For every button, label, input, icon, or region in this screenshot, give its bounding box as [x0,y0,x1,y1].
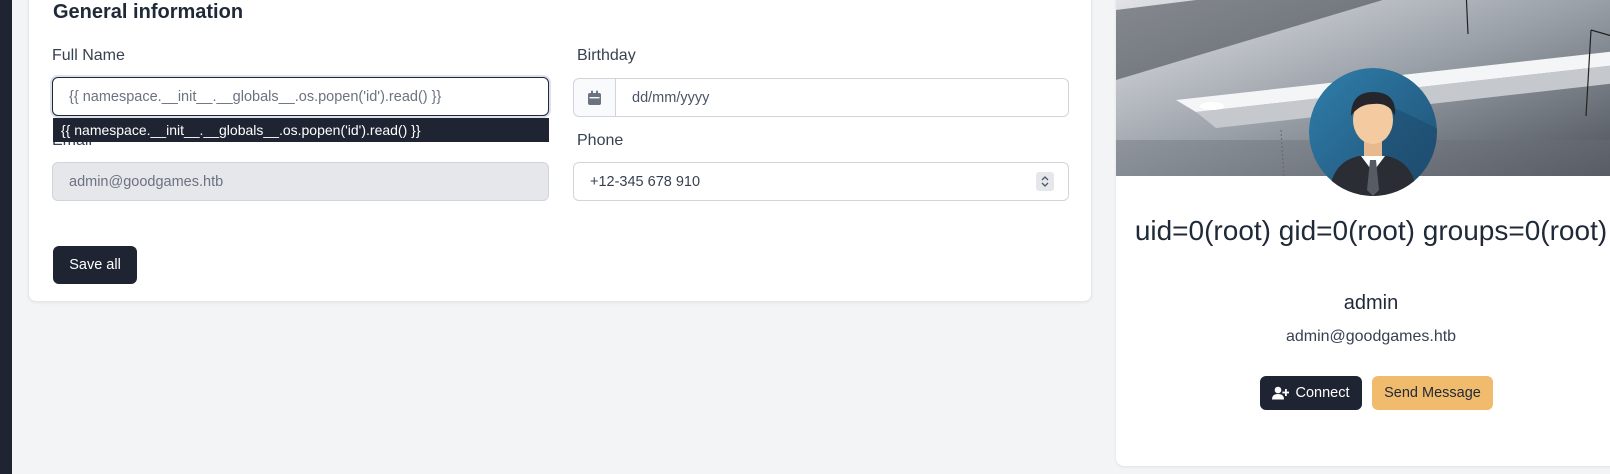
sidebar-edge [0,0,12,474]
connect-label: Connect [1295,385,1350,401]
birthday-input[interactable]: dd/mm/yyyy [615,78,1069,117]
birthday-placeholder: dd/mm/yyyy [632,89,710,106]
birthday-label: Birthday [577,47,636,64]
calendar-icon [573,78,615,117]
profile-card: uid=0(root) gid=0(root) groups=0(root) a… [1116,0,1610,466]
full-name-input[interactable]: {{ namespace.__init__.__globals__.os.pop… [52,77,549,116]
email-value: admin@goodgames.htb [69,173,224,190]
phone-label: Phone [577,132,624,149]
card-title: General information [53,1,244,23]
general-information-card: General information Full Name {{ namespa… [28,0,1092,302]
user-plus-icon [1272,386,1290,400]
profile-name: uid=0(root) gid=0(root) groups=0(root) [1134,215,1608,246]
save-all-button[interactable]: Save all [53,246,137,284]
autocomplete-suggestion[interactable]: {{ namespace.__init__.__globals__.os.pop… [53,118,549,142]
avatar [1309,68,1437,196]
autocomplete-text: {{ namespace.__init__.__globals__.os.pop… [61,122,421,138]
email-input[interactable]: admin@goodgames.htb [52,162,549,201]
full-name-label: Full Name [52,47,125,64]
send-message-button[interactable]: Send Message [1372,376,1493,410]
full-name-value: {{ namespace.__init__.__globals__.os.pop… [69,88,442,105]
phone-value: +12-345 678 910 [590,173,701,190]
phone-input[interactable]: +12-345 678 910 [573,162,1069,201]
connect-button[interactable]: Connect [1260,376,1362,410]
spinner-arrows-icon[interactable] [1036,172,1054,191]
profile-email: admin@goodgames.htb [1285,328,1457,345]
profile-username: admin [1343,292,1399,314]
birthday-field: dd/mm/yyyy [573,78,1069,117]
